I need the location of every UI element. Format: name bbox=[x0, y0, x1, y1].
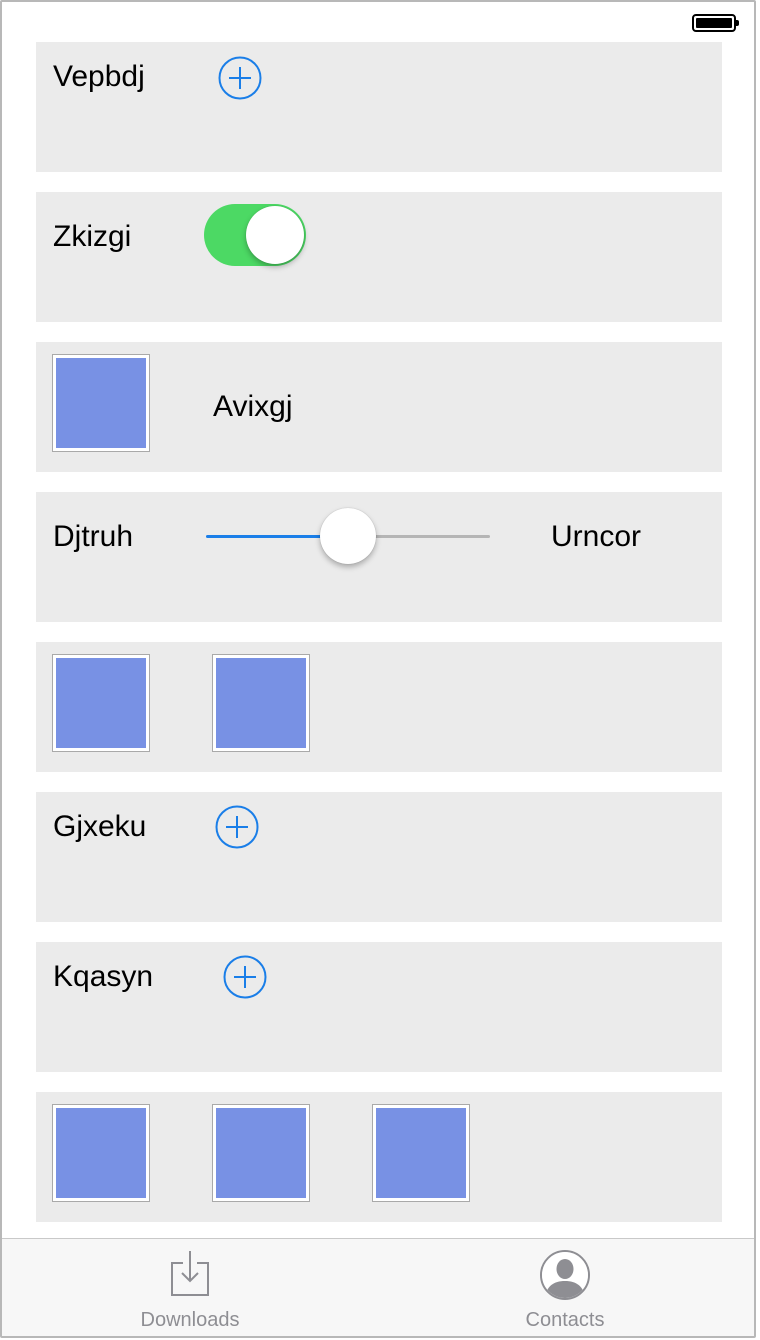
image-thumbnail[interactable] bbox=[52, 654, 150, 752]
add-circle-icon[interactable] bbox=[215, 805, 259, 849]
tab-label: Downloads bbox=[140, 1309, 240, 1331]
add-circle-icon[interactable] bbox=[223, 955, 267, 999]
slider-max-label: Urncor bbox=[551, 520, 642, 553]
row-label: Gjxeku bbox=[53, 810, 147, 843]
tab-bar: Downloads Contacts bbox=[2, 1238, 754, 1336]
list-row-avixgj: Avixgj bbox=[36, 342, 722, 472]
list-row-kqasyn: Kqasyn bbox=[36, 942, 722, 1072]
row-label: Avixgj bbox=[213, 390, 293, 423]
image-thumbnail[interactable] bbox=[52, 354, 150, 452]
row-label: Zkizgi bbox=[53, 220, 132, 253]
list-row-slider: Djtruh Urncor bbox=[36, 492, 722, 622]
image-thumbnail[interactable] bbox=[372, 1104, 470, 1202]
list-row-vepbdj: Vepbdj bbox=[36, 42, 722, 172]
row-label: Kqasyn bbox=[53, 960, 154, 993]
image-thumbnail[interactable] bbox=[212, 1104, 310, 1202]
tab-contacts[interactable]: Contacts bbox=[465, 1239, 665, 1336]
slider-thumb[interactable] bbox=[320, 508, 376, 564]
list-row-zkizgi: Zkizgi bbox=[36, 192, 722, 322]
add-circle-icon[interactable] bbox=[218, 56, 262, 100]
value-slider[interactable] bbox=[206, 506, 490, 566]
image-thumbnail[interactable] bbox=[52, 1104, 150, 1202]
tab-label: Contacts bbox=[525, 1309, 605, 1331]
list-row-images-2 bbox=[36, 642, 722, 772]
row-label: Vepbdj bbox=[53, 60, 145, 93]
battery-icon bbox=[692, 14, 739, 32]
list-row-gjxeku: Gjxeku bbox=[36, 792, 722, 922]
toggle-switch[interactable] bbox=[204, 204, 306, 266]
list-row-images-3 bbox=[36, 1092, 722, 1222]
contacts-icon bbox=[539, 1249, 591, 1306]
downloads-icon bbox=[170, 1249, 210, 1302]
image-thumbnail[interactable] bbox=[212, 654, 310, 752]
slider-min-label: Djtruh bbox=[53, 520, 134, 553]
app-window: Vepbdj Zkizgi Avixgj Djtruh Urncor Gjxek… bbox=[0, 0, 756, 1338]
tab-downloads[interactable]: Downloads bbox=[90, 1239, 290, 1336]
toggle-knob bbox=[246, 206, 304, 264]
